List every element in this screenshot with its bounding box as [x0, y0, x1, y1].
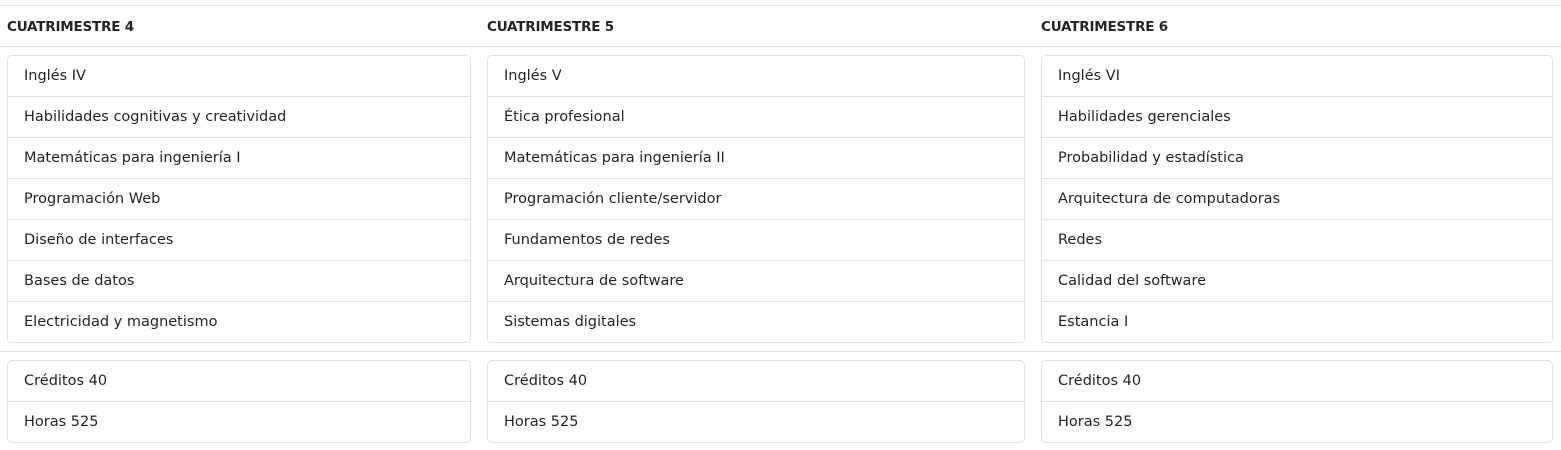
course-item: Estancia I — [1058, 314, 1129, 330]
column-title-cuatrimestre-6: CUATRIMESTRE 6 — [1041, 19, 1168, 35]
course-item: Inglés VI — [1042, 56, 1552, 97]
course-list-cuatrimestre-4: Inglés IV Habilidades cognitivas y creat… — [7, 55, 471, 343]
credits-item: Créditos 40 — [488, 361, 1024, 402]
course-item: Calidad del software — [1042, 261, 1552, 302]
hours-item: Horas 525 — [504, 414, 579, 430]
summary-list-cuatrimestre-6: Créditos 40 Horas 525 — [1041, 360, 1553, 443]
course-item: Ética profesional — [488, 97, 1024, 138]
course-item: Diseño de interfaces — [8, 220, 470, 261]
summary-list-cuatrimestre-4: Créditos 40 Horas 525 — [7, 360, 471, 443]
course-item: Programación cliente/servidor — [488, 179, 1024, 220]
course-item: Arquitectura de software — [488, 261, 1024, 302]
hours-item: Horas 525 — [1058, 414, 1133, 430]
summary-divider — [0, 351, 1561, 352]
course-list-cuatrimestre-6: Inglés VI Habilidades gerenciales Probab… — [1041, 55, 1553, 343]
course-item: Fundamentos de redes — [488, 220, 1024, 261]
top-divider — [0, 5, 1561, 6]
course-item: Probabilidad y estadística — [1042, 138, 1552, 179]
course-item: Redes — [1042, 220, 1552, 261]
header-divider — [0, 46, 1561, 47]
hours-item: Horas 525 — [24, 414, 99, 430]
column-title-cuatrimestre-4: CUATRIMESTRE 4 — [7, 19, 134, 35]
summary-list-cuatrimestre-5: Créditos 40 Horas 525 — [487, 360, 1025, 443]
course-item: Matemáticas para ingeniería I — [8, 138, 470, 179]
credits-item: Créditos 40 — [1042, 361, 1552, 402]
course-item: Programación Web — [8, 179, 470, 220]
course-item: Habilidades cognitivas y creatividad — [8, 97, 470, 138]
course-item: Electricidad y magnetismo — [24, 314, 218, 330]
course-item: Arquitectura de computadoras — [1042, 179, 1552, 220]
course-item: Habilidades gerenciales — [1042, 97, 1552, 138]
course-item: Bases de datos — [8, 261, 470, 302]
course-item: Inglés V — [488, 56, 1024, 97]
column-title-cuatrimestre-5: CUATRIMESTRE 5 — [487, 19, 614, 35]
course-list-cuatrimestre-5: Inglés V Ética profesional Matemáticas p… — [487, 55, 1025, 343]
credits-item: Créditos 40 — [8, 361, 470, 402]
course-item: Matemáticas para ingeniería II — [488, 138, 1024, 179]
course-item: Inglés IV — [8, 56, 470, 97]
course-item: Sistemas digitales — [504, 314, 637, 330]
